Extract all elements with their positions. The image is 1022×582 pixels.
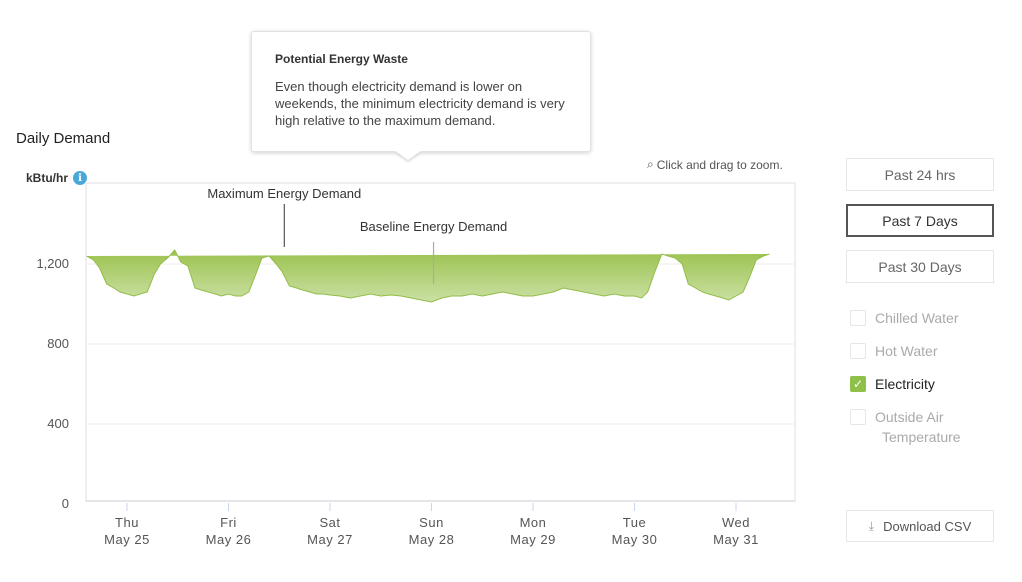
toggle-label: Electricity [875, 376, 935, 392]
y-tick-label: 400 [47, 416, 69, 431]
x-tick-label-day: Thu [115, 515, 139, 530]
annotation-tooltip: Potential Energy Waste Even though elect… [251, 31, 591, 152]
checkbox[interactable] [850, 343, 866, 359]
toggle-label: Chilled Water [875, 310, 959, 326]
x-tick-label-day: Fri [220, 515, 237, 530]
toggle-label: Hot Water [875, 343, 938, 359]
y-tick-label: 800 [47, 336, 69, 351]
download-icon: ⤓ [868, 518, 875, 533]
tooltip-title: Potential Energy Waste [275, 52, 408, 66]
toggle-chilled-water[interactable]: Chilled Water [850, 310, 959, 326]
checkmark-icon: ✓ [852, 377, 864, 391]
range-button-7days[interactable]: Past 7 Days [846, 204, 994, 237]
toggle-label-line2: Temperature [882, 429, 961, 445]
toggle-label: Outside Air Temperature [875, 409, 961, 445]
annotation-label: Maximum Energy Demand [207, 186, 361, 201]
x-tick-label-day: Wed [722, 515, 750, 530]
checkbox[interactable] [850, 409, 866, 425]
x-tick-label-date: May 27 [307, 532, 353, 547]
download-label: Download CSV [883, 518, 972, 534]
download-csv-button[interactable]: ⤓ Download CSV [846, 510, 994, 542]
x-tick-label-day: Sat [319, 515, 340, 530]
x-tick-label-date: May 30 [612, 532, 658, 547]
checkbox-checked[interactable]: ✓ [850, 376, 866, 392]
toggle-label-line1: Outside Air [875, 409, 944, 425]
tooltip-body: Even though electricity demand is lower … [275, 79, 565, 128]
x-tick-label-day: Sun [419, 515, 444, 530]
toggle-outside-air-temperature[interactable]: Outside Air Temperature [850, 409, 961, 445]
x-tick-label-date: May 26 [206, 532, 252, 547]
y-tick-label: 0 [62, 496, 69, 511]
x-tick-label-day: Tue [623, 515, 646, 530]
x-tick-label-date: May 29 [510, 532, 556, 547]
x-tick-label-date: May 25 [104, 532, 150, 547]
y-tick-label: 1,200 [36, 256, 69, 271]
x-tick-label-day: Mon [520, 515, 547, 530]
toggle-hot-water[interactable]: Hot Water [850, 343, 938, 359]
tooltip-arrow [395, 151, 421, 160]
toggle-electricity[interactable]: ✓ Electricity [850, 376, 935, 392]
checkbox[interactable] [850, 310, 866, 326]
range-button-30days[interactable]: Past 30 Days [846, 250, 994, 283]
annotation-label: Baseline Energy Demand [360, 219, 507, 234]
range-button-24hrs[interactable]: Past 24 hrs [846, 158, 994, 191]
x-tick-label-date: May 28 [409, 532, 455, 547]
x-tick-label-date: May 31 [713, 532, 759, 547]
